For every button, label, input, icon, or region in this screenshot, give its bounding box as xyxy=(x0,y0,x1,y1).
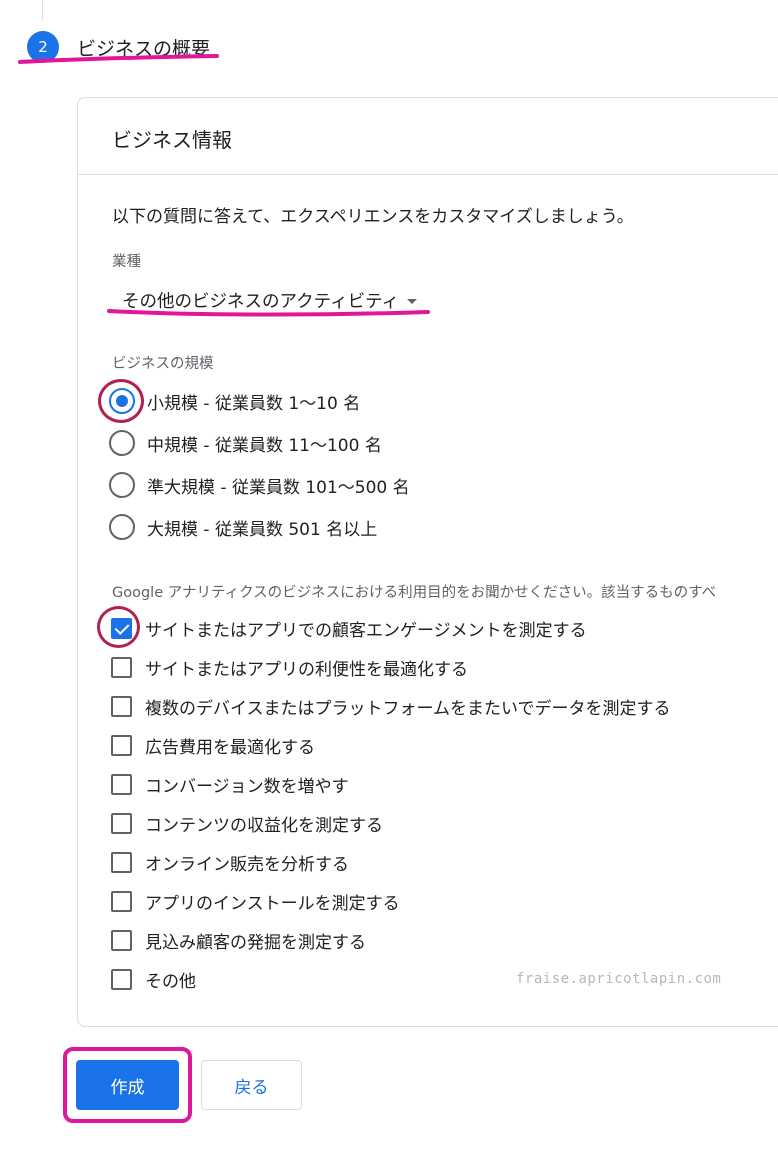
checkbox-usability[interactable]: サイトまたはアプリの利便性を最適化する xyxy=(111,655,468,680)
checkbox-label: サイトまたはアプリの利便性を最適化する xyxy=(145,660,468,680)
checkbox-cross-device[interactable]: 複数のデバイスまたはプラットフォームをまたいでデータを測定する xyxy=(111,694,670,719)
watermark: fraise.apricotlapin.com xyxy=(516,971,722,987)
radio-button[interactable] xyxy=(109,430,135,456)
radio-button[interactable] xyxy=(109,514,135,540)
checkbox-ad-cost[interactable]: 広告費用を最適化する xyxy=(111,733,315,758)
intro-text: 以下の質問に答えて、エクスペリエンスをカスタマイズしましょう。 xyxy=(112,207,634,227)
radio-button-selected[interactable] xyxy=(109,388,135,414)
checkbox-lead-generation[interactable]: 見込み顧客の発掘を測定する xyxy=(111,928,366,953)
radio-size-semi-large[interactable]: 準大規模 - 従業員数 101〜500 名 xyxy=(109,472,410,498)
checkbox[interactable] xyxy=(111,774,132,795)
checkbox[interactable] xyxy=(111,735,132,756)
radio-size-small[interactable]: 小規模 - 従業員数 1〜10 名 xyxy=(109,388,360,414)
radio-button[interactable] xyxy=(109,472,135,498)
industry-selected-value: その他のビジネスのアクティビティ xyxy=(122,292,400,312)
create-button[interactable]: 作成 xyxy=(76,1060,179,1110)
radio-size-medium[interactable]: 中規模 - 従業員数 11〜100 名 xyxy=(109,430,382,456)
dropdown-arrow-icon xyxy=(407,299,418,304)
checkbox-label: コンテンツの収益化を測定する xyxy=(145,816,383,836)
checkbox-monetization[interactable]: コンテンツの収益化を測定する xyxy=(111,811,383,836)
checkbox-online-sales[interactable]: オンライン販売を分析する xyxy=(111,850,349,875)
radio-label: 準大規模 - 従業員数 101〜500 名 xyxy=(147,477,410,498)
industry-label: 業種 xyxy=(112,254,141,270)
step-title: ビジネスの概要 xyxy=(77,38,211,60)
card-title: ビジネス情報 xyxy=(112,128,232,152)
radio-size-large[interactable]: 大規模 - 従業員数 501 名以上 xyxy=(109,514,377,540)
radio-label: 小規模 - 従業員数 1〜10 名 xyxy=(147,393,361,414)
checkbox-label: 見込み顧客の発掘を測定する xyxy=(145,933,366,953)
checkbox-engagement[interactable]: サイトまたはアプリでの顧客エンゲージメントを測定する xyxy=(111,616,587,641)
checkbox-label: 複数のデバイスまたはプラットフォームをまたいでデータを測定する xyxy=(145,699,671,719)
checkbox-label: コンバージョン数を増やす xyxy=(145,777,349,797)
checkbox-conversions[interactable]: コンバージョン数を増やす xyxy=(111,772,349,797)
radio-label: 中規模 - 従業員数 11〜100 名 xyxy=(147,435,382,456)
checkbox[interactable] xyxy=(111,852,132,873)
checkbox-label: 広告費用を最適化する xyxy=(145,738,315,758)
checkbox[interactable] xyxy=(111,657,132,678)
checkbox[interactable] xyxy=(111,696,132,717)
checkbox[interactable] xyxy=(111,891,132,912)
checkbox[interactable] xyxy=(111,969,132,990)
checkbox-label: オンライン販売を分析する xyxy=(145,855,349,875)
business-info-card: ビジネス情報 以下の質問に答えて、エクスペリエンスをカスタマイズしましょう。 業… xyxy=(77,97,778,1027)
purpose-label: Google アナリティクスのビジネスにおける利用目的をお聞かせください。該当す… xyxy=(112,585,717,601)
step-number-badge: 2 xyxy=(27,31,59,63)
checkbox-other[interactable]: その他 xyxy=(111,967,196,992)
back-button[interactable]: 戻る xyxy=(201,1060,302,1110)
business-size-label: ビジネスの規模 xyxy=(112,356,214,372)
card-header: ビジネス情報 xyxy=(78,98,778,175)
checkbox-checked[interactable] xyxy=(111,618,132,639)
checkbox[interactable] xyxy=(111,930,132,951)
radio-label: 大規模 - 従業員数 501 名以上 xyxy=(147,519,378,540)
industry-select[interactable]: その他のビジネスのアクティビティ xyxy=(122,288,418,313)
checkbox-label: その他 xyxy=(145,972,196,992)
checkbox-label: アプリのインストールを測定する xyxy=(145,894,400,914)
checkbox[interactable] xyxy=(111,813,132,834)
stepper-line xyxy=(42,0,43,20)
checkbox-app-installs[interactable]: アプリのインストールを測定する xyxy=(111,889,400,914)
checkbox-label: サイトまたはアプリでの顧客エンゲージメントを測定する xyxy=(145,621,587,641)
